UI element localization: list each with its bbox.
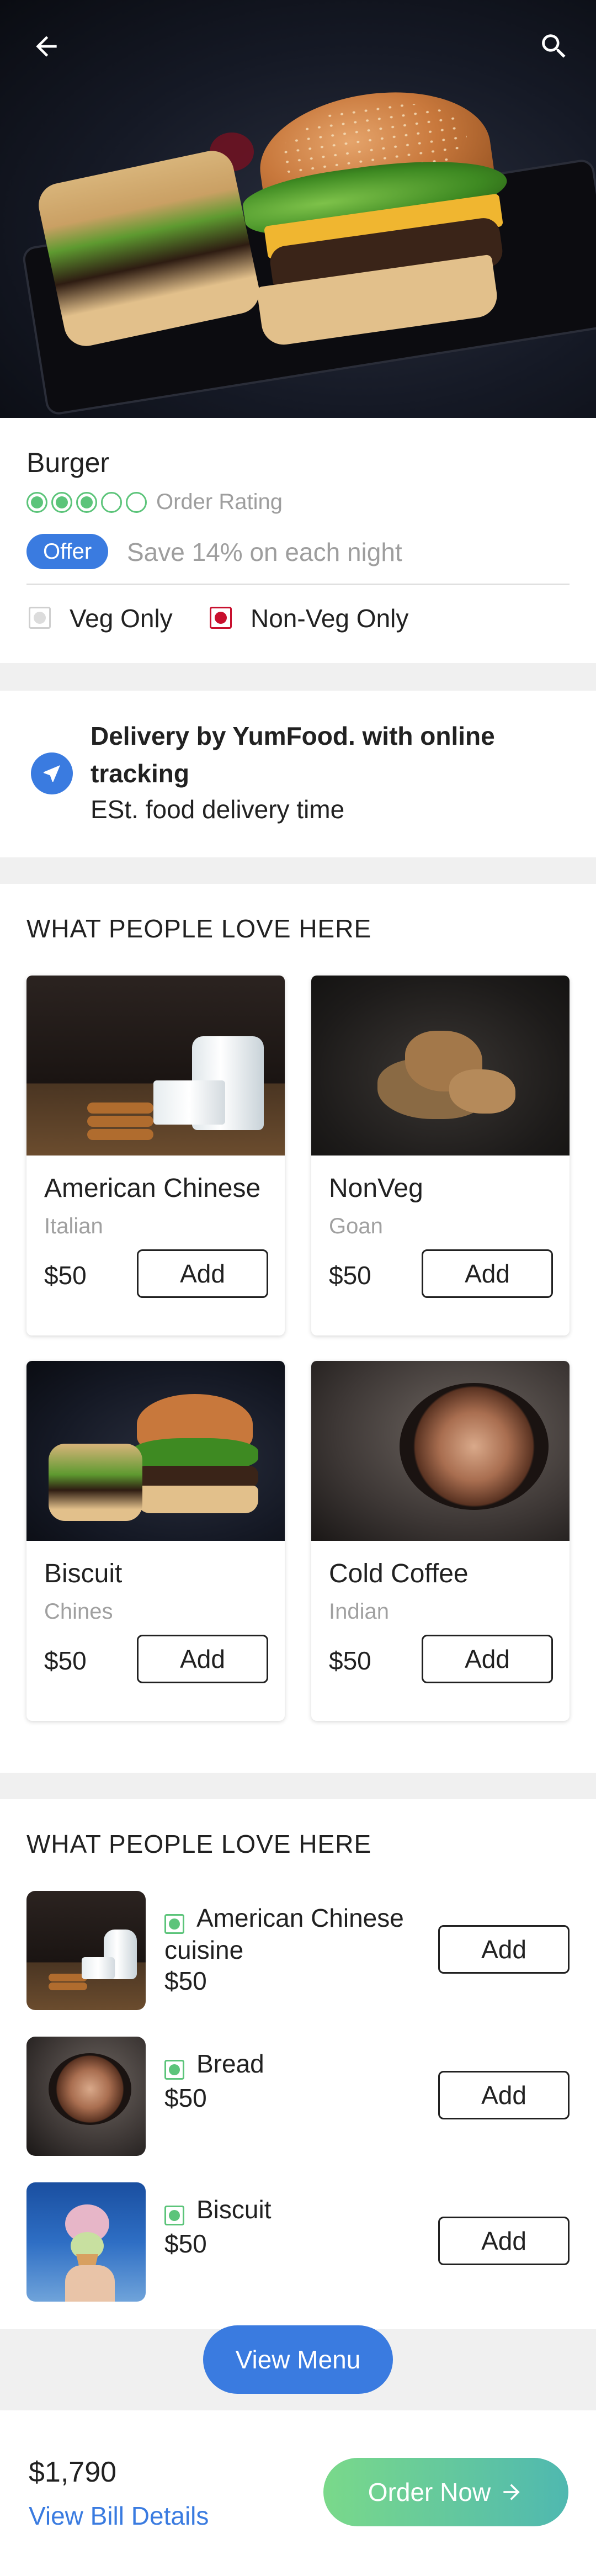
offer-badge: Offer [26,534,109,569]
delivery-subtitle: ESt. food delivery time [91,795,345,824]
section-title: WHAT PEOPLE LOVE HERE [26,1830,372,1858]
list-item[interactable]: American Chinese cuisine $50 Add [26,1891,570,2010]
order-now-button[interactable]: Order Now [323,2458,568,2526]
food-name: Bread [196,2049,264,2078]
list-item[interactable]: Bread $50 Add [26,2037,570,2156]
search-button[interactable] [534,26,574,66]
rating-star-empty [101,491,122,513]
add-button[interactable]: Add [137,1635,268,1683]
food-name: Cold Coffee [329,1559,469,1588]
food-price: $50 [44,1646,87,1675]
food-category: Indian [329,1599,389,1624]
add-button[interactable]: Add [438,2217,570,2265]
add-button[interactable]: Add [438,1925,570,1974]
rating-star-filled [76,491,97,513]
add-button[interactable]: Add [438,2071,570,2119]
food-name: American Chinese [44,1174,261,1203]
nonveg-only-label[interactable]: Non-Veg Only [251,603,408,633]
food-image [26,976,285,1156]
food-name: American Chinese cuisine [164,1904,404,1964]
food-category: Italian [44,1214,103,1238]
food-thumbnail [26,1891,146,2010]
food-price: $50 [329,1646,371,1675]
food-name: Biscuit [44,1559,123,1588]
arrow-left-icon [36,36,57,57]
product-info-card: Burger Order Rating Offer Save 14% on ea… [0,418,596,663]
view-menu-button[interactable]: View Menu [203,2325,393,2394]
food-name: Biscuit [196,2195,272,2224]
rating-star-empty [126,491,147,513]
section-title: WHAT PEOPLE LOVE HERE [26,914,372,943]
rating-star-filled [26,491,47,513]
add-button[interactable]: Add [422,1635,553,1683]
navigation-arrow-icon [44,765,60,782]
rating-star-filled [51,491,72,513]
food-image [311,976,570,1156]
arrow-right-icon [503,2484,520,2500]
food-tile[interactable]: American Chinese Italian $50 Add [26,976,285,1335]
hero-image [0,0,596,418]
delivery-card: Delivery by YumFood. with online trackin… [0,691,596,857]
add-button[interactable]: Add [137,1249,268,1298]
nonveg-only-checkbox[interactable] [210,607,232,629]
food-image [26,1361,285,1541]
food-category: Goan [329,1214,383,1238]
food-tile[interactable]: Cold Coffee Indian $50 Add [311,1361,570,1721]
veg-only-label[interactable]: Veg Only [70,603,173,633]
food-image [311,1361,570,1541]
food-category: Chines [44,1599,113,1624]
order-rating: Order Rating [26,490,283,515]
offer-text: Save 14% on each night [127,538,402,566]
divider [26,584,570,585]
food-thumbnail [26,2037,146,2156]
search-icon [542,34,566,58]
order-now-label: Order Now [368,2478,491,2506]
delivery-icon-badge [31,752,73,794]
veg-only-checkbox[interactable] [29,607,51,629]
rating-label: Order Rating [156,490,283,514]
delivery-title: Delivery by YumFood. with online trackin… [91,722,495,788]
food-tile[interactable]: NonVeg Goan $50 Add [311,976,570,1335]
list-item[interactable]: Biscuit $50 Add [26,2182,570,2302]
food-price: $50 [44,1261,87,1290]
product-title: Burger [26,447,110,478]
back-button[interactable] [26,26,66,66]
popular-grid-section: WHAT PEOPLE LOVE HERE American Chinese I… [0,884,596,1773]
food-tile[interactable]: Biscuit Chines $50 Add [26,1361,285,1721]
add-button[interactable]: Add [422,1249,553,1298]
food-thumbnail [26,2182,146,2302]
popular-list-section: WHAT PEOPLE LOVE HERE American Chinese c… [0,1799,596,2329]
food-price: $50 [164,2229,207,2258]
food-price: $50 [164,1967,207,1995]
view-bill-details-link[interactable]: View Bill Details [29,2501,209,2531]
food-name: NonVeg [329,1174,423,1203]
food-price: $50 [329,1261,371,1290]
bill-total: $1,790 [29,2456,117,2488]
food-price: $50 [164,2084,207,2112]
